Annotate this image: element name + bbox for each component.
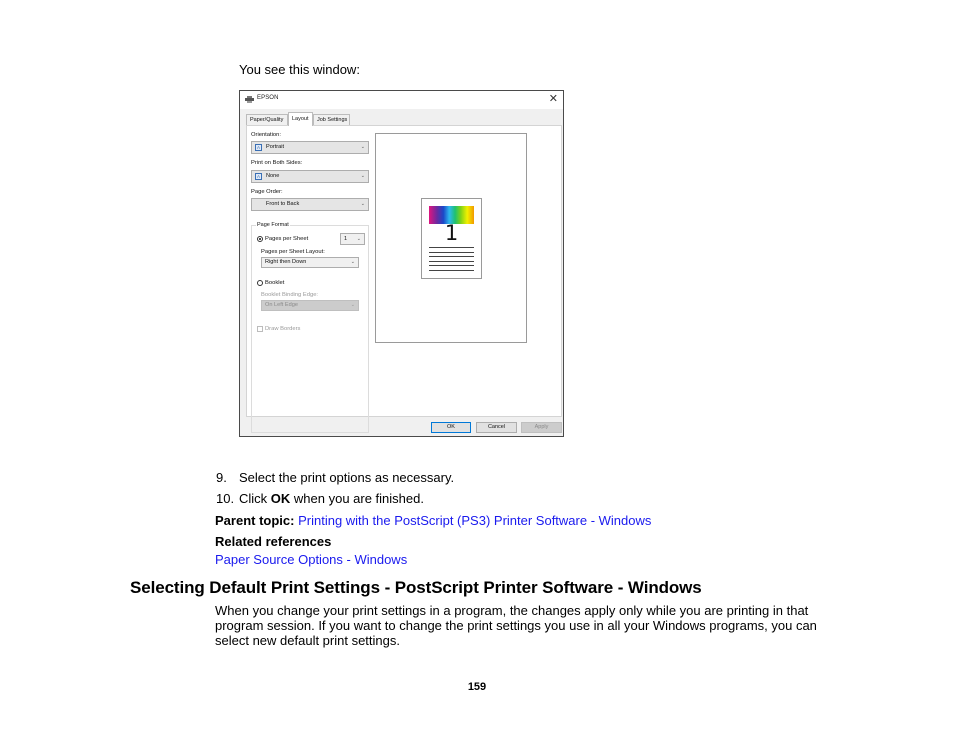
print-both-sides-value: None bbox=[266, 173, 280, 179]
layout-preview: 1 bbox=[375, 133, 527, 343]
step-10: 10. Click OK when you are finished. bbox=[216, 491, 716, 507]
related-references-label: Related references bbox=[215, 534, 332, 549]
page-format-group: Page Format Pages per Sheet 1 ⌄ Pages pe… bbox=[251, 222, 369, 433]
chevron-down-icon: ⌄ bbox=[350, 302, 355, 308]
booklet-binding-edge-select[interactable]: On Left Edge ⌄ bbox=[261, 300, 359, 311]
page-number: 159 bbox=[467, 681, 487, 693]
parent-topic-link[interactable]: Printing with the PostScript (PS3) Print… bbox=[298, 513, 651, 528]
chevron-down-icon: ⌄ bbox=[360, 173, 365, 179]
booklet-binding-edge-value: On Left Edge bbox=[265, 302, 298, 308]
print-both-sides-select[interactable]: A None ⌄ bbox=[251, 170, 369, 183]
cancel-button[interactable]: Cancel bbox=[476, 422, 517, 433]
step-text: Select the print options as necessary. bbox=[239, 470, 455, 485]
chevron-down-icon: ⌄ bbox=[356, 236, 361, 242]
pages-per-sheet-value: 1 bbox=[344, 236, 348, 242]
step-number: 10. bbox=[216, 491, 235, 506]
related-reference-link: Paper Source Options - Windows bbox=[215, 552, 407, 567]
pages-per-sheet-layout-value: Right then Down bbox=[265, 259, 307, 265]
page-format-title: Page Format bbox=[256, 222, 290, 228]
close-icon[interactable]: ✕ bbox=[549, 92, 558, 105]
orientation-select[interactable]: A Portrait ⌄ bbox=[251, 141, 369, 154]
text-line bbox=[429, 270, 474, 271]
parent-topic: Parent topic: Printing with the PostScri… bbox=[215, 513, 651, 528]
booklet-binding-edge-label: Booklet Binding Edge: bbox=[261, 292, 319, 298]
tab-job-settings[interactable]: Job Settings bbox=[313, 114, 350, 125]
duplex-icon: A bbox=[255, 173, 262, 180]
apply-button[interactable]: Apply bbox=[521, 422, 562, 433]
intro-text: You see this window: bbox=[239, 62, 360, 77]
tab-layout[interactable]: Layout bbox=[288, 112, 313, 126]
booklet-radio[interactable] bbox=[257, 280, 263, 286]
print-both-sides-label: Print on Both Sides: bbox=[251, 160, 303, 166]
text-line bbox=[429, 256, 474, 257]
pages-per-sheet-layout-select[interactable]: Right then Down ⌄ bbox=[261, 257, 359, 268]
pages-per-sheet-select[interactable]: 1 ⌄ bbox=[340, 233, 365, 245]
paper-source-options-link[interactable]: Paper Source Options - Windows bbox=[215, 552, 407, 567]
chevron-down-icon: ⌄ bbox=[350, 259, 355, 265]
section-heading: Selecting Default Print Settings - PostS… bbox=[130, 578, 702, 597]
page-order-select[interactable]: Front to Back ⌄ bbox=[251, 198, 369, 211]
pages-per-sheet-layout-label: Pages per Sheet Layout: bbox=[261, 249, 325, 255]
page-order-value: Front to Back bbox=[266, 201, 300, 207]
preview-page-number: 1 bbox=[444, 221, 459, 245]
pages-per-sheet-radio[interactable] bbox=[257, 236, 263, 242]
text-line bbox=[429, 252, 474, 253]
dialog-titlebar: EPSON ✕ bbox=[240, 91, 563, 109]
text-line bbox=[429, 261, 474, 262]
draw-borders-label: Draw Borders bbox=[265, 326, 301, 332]
pages-per-sheet-label: Pages per Sheet bbox=[265, 236, 309, 242]
orientation-value: Portrait bbox=[266, 144, 285, 150]
step-text: Click OK when you are finished. bbox=[239, 491, 424, 506]
printer-icon bbox=[245, 96, 254, 103]
step-9: 9. Select the print options as necessary… bbox=[216, 470, 716, 486]
booklet-label: Booklet bbox=[265, 280, 285, 286]
tab-paper-quality[interactable]: Paper/Quality bbox=[246, 114, 288, 125]
page-order-label: Page Order: bbox=[251, 189, 283, 195]
section-paragraph: When you change your print settings in a… bbox=[215, 603, 817, 648]
ok-button[interactable]: OK bbox=[431, 422, 471, 433]
epson-layout-dialog: EPSON ✕ Paper/Quality Layout Job Setting… bbox=[239, 90, 564, 437]
portrait-icon: A bbox=[255, 144, 262, 151]
chevron-down-icon: ⌄ bbox=[360, 144, 365, 150]
chevron-down-icon: ⌄ bbox=[360, 201, 365, 207]
ok-emphasis: OK bbox=[270, 491, 291, 506]
text-line bbox=[429, 247, 474, 248]
draw-borders-checkbox[interactable] bbox=[257, 326, 263, 332]
text-line bbox=[429, 265, 474, 266]
preview-page: 1 bbox=[421, 198, 482, 279]
dialog-title: EPSON bbox=[257, 95, 279, 101]
orientation-label: Orientation: bbox=[251, 132, 281, 138]
layout-tab-panel: Orientation: A Portrait ⌄ Print on Both … bbox=[246, 125, 562, 433]
step-number: 9. bbox=[216, 470, 227, 485]
parent-topic-label: Parent topic: bbox=[215, 513, 295, 528]
